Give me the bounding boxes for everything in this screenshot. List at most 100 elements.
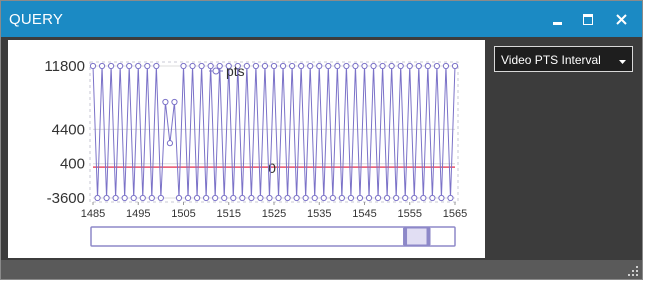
pts-data-point <box>135 62 142 70</box>
pts-data-point <box>316 62 323 70</box>
resize-grip-icon[interactable] <box>628 266 638 276</box>
pts-data-point <box>329 194 336 202</box>
pts-data-point <box>438 194 445 202</box>
pts-data-point <box>347 194 355 202</box>
pts-data-point <box>98 62 106 70</box>
pts-data-point <box>261 62 269 70</box>
pts-data-point <box>393 194 400 202</box>
x-tick-label: 1525 <box>262 208 286 220</box>
y-tick-label: 4400 <box>52 121 85 138</box>
pts-data-point <box>171 98 178 106</box>
x-tick-label: 1505 <box>171 208 195 220</box>
pts-data-point <box>307 62 314 70</box>
pts-data-point <box>442 62 450 70</box>
pts-data-point <box>293 194 300 202</box>
pts-data-point <box>402 194 409 202</box>
pts-data-point <box>89 62 97 70</box>
pts-data-point <box>356 194 364 202</box>
pts-data-point <box>203 194 210 202</box>
pts-data-point <box>166 140 174 147</box>
pts-data-point <box>207 62 214 70</box>
pts-data-point <box>352 62 359 70</box>
minimize-button[interactable] <box>545 7 569 31</box>
pts-data-point <box>175 194 183 202</box>
y-tick-label: 400 <box>60 156 85 173</box>
pts-data-point <box>289 62 296 70</box>
x-tick-label: 1535 <box>307 208 331 220</box>
metric-dropdown-value: Video PTS Interval <box>501 53 601 67</box>
pts-data-point <box>279 62 287 70</box>
pts-data-point <box>144 62 151 70</box>
range-scrollbar-track[interactable] <box>90 226 456 247</box>
pts-data-point <box>252 62 259 70</box>
pts-data-point <box>275 194 282 202</box>
close-button[interactable] <box>609 7 633 31</box>
pts-data-point <box>415 62 422 70</box>
pts-data-point <box>180 62 187 70</box>
pts-data-point <box>266 194 273 202</box>
x-tick-label: 1485 <box>81 208 105 220</box>
pts-data-point <box>94 194 101 202</box>
pts-data-point <box>112 194 119 202</box>
pts-data-point <box>153 62 160 70</box>
title-bar[interactable]: QUERY <box>1 1 642 37</box>
pts-data-point <box>388 62 395 70</box>
pts-data-point <box>447 194 454 202</box>
pts-data-point <box>302 194 309 202</box>
x-tick-label: 1545 <box>352 208 376 220</box>
pts-data-point <box>121 194 128 202</box>
pts-data-point <box>157 194 164 202</box>
query-window: QUERY 11800 4400 400 -3600 1485 1495 1505 1515 1… <box>0 0 643 280</box>
pts-data-point <box>451 62 459 70</box>
y-tick-label: -3600 <box>47 190 85 207</box>
pts-data-point <box>343 62 350 70</box>
pts-series-line <box>92 65 456 199</box>
y-tick-label: 11800 <box>44 58 85 75</box>
range-scrollbar-thumb[interactable] <box>403 227 431 246</box>
chart-panel: 11800 4400 400 -3600 1485 1495 1505 1515 1525 153… <box>8 40 485 258</box>
pts-data-point <box>411 194 418 202</box>
pts-data-point <box>198 62 205 70</box>
legend-marker <box>212 67 220 75</box>
pts-data-point <box>117 62 124 70</box>
pts-data-point <box>338 194 345 202</box>
pts-data-point <box>148 194 155 202</box>
pts-data-point <box>384 194 391 202</box>
pts-data-point <box>420 194 427 202</box>
pts-data-point <box>189 62 196 70</box>
pts-data-point <box>365 194 373 202</box>
pts-data-point <box>429 194 436 202</box>
pts-data-point <box>406 62 413 70</box>
close-icon <box>615 13 627 25</box>
x-tick-label: 1555 <box>398 208 422 220</box>
pts-data-point <box>130 194 137 202</box>
pts-data-point <box>184 194 192 202</box>
pts-data-point <box>334 62 341 70</box>
pts-data-point <box>103 194 110 202</box>
pts-data-point <box>325 62 332 70</box>
pts-data-point <box>243 62 250 70</box>
pts-data-point <box>379 62 386 70</box>
pts-data-point <box>361 62 368 70</box>
x-tick-label: 1565 <box>443 208 467 220</box>
pts-data-point <box>433 62 440 70</box>
scrollbar-handle-right[interactable] <box>426 228 431 245</box>
pts-data-point <box>248 194 255 202</box>
pts-chart[interactable]: 11800 4400 400 -36001485 1495 1505 1515 1525 153… <box>8 40 485 258</box>
pts-data-point <box>311 194 318 202</box>
pts-data-point <box>162 98 169 106</box>
pts-data-point <box>424 62 431 70</box>
pts-data-point <box>397 62 404 70</box>
pts-data-point <box>298 62 305 70</box>
pts-data-point <box>193 194 201 202</box>
pts-data-point <box>370 62 377 70</box>
maximize-button[interactable] <box>576 7 600 31</box>
minimize-icon <box>552 21 562 25</box>
pts-data-point <box>230 194 237 202</box>
status-bar <box>1 260 642 279</box>
pts-data-point <box>126 62 133 70</box>
pts-data-point <box>284 194 291 202</box>
metric-dropdown[interactable]: Video PTS Interval <box>494 46 633 72</box>
scrollbar-handle-left[interactable] <box>403 228 408 245</box>
pts-data-point <box>108 62 115 70</box>
